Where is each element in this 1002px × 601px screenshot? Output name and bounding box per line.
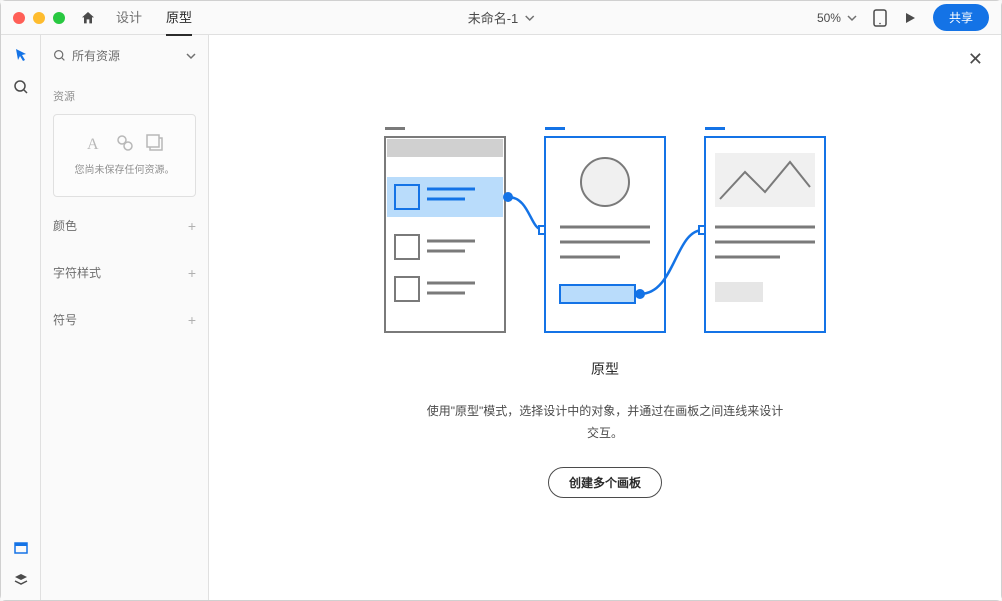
symbol-icon — [145, 133, 165, 153]
select-tool[interactable] — [13, 47, 29, 63]
chevron-down-icon — [524, 13, 534, 23]
assets-placeholder-icons: A — [85, 133, 165, 153]
tab-design[interactable]: 设计 — [116, 0, 142, 36]
mode-tabs: 设计 原型 — [116, 0, 192, 36]
zoom-value: 50% — [817, 11, 841, 25]
tab-prototype[interactable]: 原型 — [166, 0, 192, 36]
main-area: 所有资源 资源 A 您尚未保存任何资源。 颜色 + 字符样式 + 符号 + ✕ — [1, 35, 1001, 600]
onboarding-description: 使用"原型"模式，选择设计中的对象，并通过在画板之间连线来设计交互。 — [425, 401, 785, 444]
close-onboarding-button[interactable]: ✕ — [968, 49, 983, 70]
panel-char-styles-label: 字符样式 — [53, 264, 101, 281]
search-tool-icon[interactable] — [13, 79, 29, 95]
assets-section-label: 资源 — [53, 88, 196, 104]
panel-char-styles[interactable]: 字符样式 + — [53, 254, 196, 291]
assets-panel-icon[interactable] — [13, 540, 29, 556]
panel-colors-label: 颜色 — [53, 217, 77, 234]
plus-icon: + — [188, 218, 196, 234]
create-artboards-button[interactable]: 创建多个画板 — [548, 467, 662, 498]
maximize-window-button[interactable] — [53, 12, 65, 24]
panel-symbols-label: 符号 — [53, 311, 77, 328]
prototype-illustration — [375, 117, 835, 337]
document-title: 未命名-1 — [468, 8, 519, 27]
onboarding-title: 原型 — [591, 359, 619, 379]
text-style-icon: A — [85, 133, 105, 153]
layers-panel-icon[interactable] — [13, 572, 29, 588]
close-window-button[interactable] — [13, 12, 25, 24]
chevron-down-icon — [186, 51, 196, 61]
panel-symbols[interactable]: 符号 + — [53, 301, 196, 338]
left-sidebar: 所有资源 资源 A 您尚未保存任何资源。 颜色 + 字符样式 + 符号 + — [41, 35, 209, 600]
zoom-dropdown[interactable]: 50% — [817, 11, 857, 25]
share-button[interactable]: 共享 — [933, 4, 989, 31]
plus-icon: + — [188, 312, 196, 328]
chevron-down-icon — [847, 13, 857, 23]
assets-search-dropdown[interactable]: 所有资源 — [53, 47, 196, 72]
play-icon[interactable] — [903, 11, 917, 25]
search-icon — [53, 49, 66, 62]
plus-icon: + — [188, 265, 196, 281]
right-controls: 50% 共享 — [817, 4, 989, 31]
tool-rail — [1, 35, 41, 600]
panel-colors[interactable]: 颜色 + — [53, 207, 196, 244]
svg-text:A: A — [87, 136, 99, 153]
device-preview-icon[interactable] — [873, 9, 887, 27]
window-controls — [13, 12, 65, 24]
assets-empty-text: 您尚未保存任何资源。 — [75, 163, 175, 178]
onboarding-panel: 原型 使用"原型"模式，选择设计中的对象，并通过在画板之间连线来设计交互。 创建… — [375, 117, 835, 497]
titlebar: 设计 原型 未命名-1 50% 共享 — [1, 1, 1001, 35]
link-icon — [115, 133, 135, 153]
assets-empty-box: A 您尚未保存任何资源。 — [53, 114, 196, 197]
document-title-dropdown[interactable]: 未命名-1 — [468, 8, 535, 27]
home-icon[interactable] — [80, 10, 96, 26]
search-label: 所有资源 — [72, 47, 120, 64]
canvas[interactable]: ✕ — [209, 35, 1001, 600]
minimize-window-button[interactable] — [33, 12, 45, 24]
